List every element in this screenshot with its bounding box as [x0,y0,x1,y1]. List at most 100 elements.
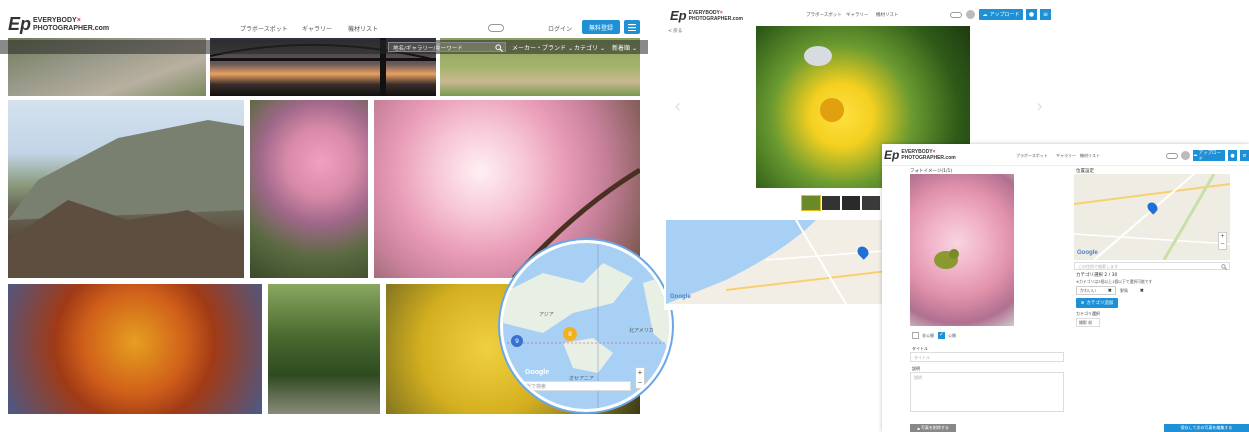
theme-toggle[interactable] [488,24,504,32]
edit-photo-bird-blossom[interactable] [910,174,1014,326]
google-logo: Google [1077,250,1098,256]
panel-gallery: Ep EVERYBODY× PHOTOGRAPHER.com プラボースポット … [0,0,672,432]
mountain-shapes [8,120,244,278]
cloud-upload-icon: ☁ [1193,153,1198,158]
nav-gallery[interactable]: ギャラリー [1056,153,1076,159]
nav-gear[interactable]: 機材リスト [876,12,899,18]
chevron-down-icon: ⌄ [567,45,573,52]
hamburger-icon: ≡ [1042,11,1049,18]
photo-mountain[interactable] [8,100,244,278]
bell-icon: ● [1230,152,1235,159]
category-filter[interactable]: カテゴリ ⌄ [574,43,605,52]
title-input[interactable]: タイトル [910,352,1064,362]
hamburger-icon: ≡ [1242,152,1247,159]
checkbox-checked[interactable]: ✓ [938,332,945,339]
theme-toggle[interactable] [1166,153,1178,159]
signup-button[interactable]: 無料登録 [582,20,620,34]
thumbnail[interactable] [822,196,840,210]
category-tag[interactable]: かわいい ✖ [1076,286,1116,295]
avatar[interactable] [1181,151,1190,160]
map-roads [666,220,896,304]
map-cluster-marker-blue[interactable]: 9 [511,335,523,347]
map-roads [1074,174,1230,260]
map-cluster-marker-orange[interactable]: 8 [563,327,577,341]
theme-toggle[interactable] [950,12,962,18]
radio-private[interactable]: 非公開 [912,332,934,339]
notification-button[interactable]: ● [1026,9,1037,20]
prev-arrow-icon[interactable]: ‹ [674,96,681,117]
logo-mark: Ep [8,14,32,34]
logo-x: × [76,16,81,24]
map-zoom-controls: + − [635,367,645,389]
save-next-button[interactable]: 保存して次の写真を編集する [1164,424,1249,432]
avatar[interactable] [966,10,975,19]
checkbox-empty[interactable] [912,332,919,339]
chevron-down-icon: ⌄ [631,45,637,52]
keyword-search-input[interactable]: 地名/ギャラリー/キーワード [388,42,506,52]
plus-circle-icon: ⊕ [1080,300,1085,306]
map-search-input[interactable]: 場所で検索 [517,381,631,391]
site-logo[interactable]: Ep EVERYBODY× PHOTOGRAPHER.com [884,148,956,162]
notification-button[interactable]: ● [1228,150,1237,161]
category-label: カテゴリ選択 2 / 30 [1076,273,1118,278]
menu-button[interactable]: ≡ [1240,150,1249,161]
description-textarea[interactable]: 説明 [910,372,1064,412]
radio-public[interactable]: ✓ 公開 [938,332,956,339]
zoom-in-button[interactable]: + [1219,233,1226,241]
map-label-asia: アジア [539,312,554,318]
panel-photo-edit: Ep EVERYBODY× PHOTOGRAPHER.com プラボースポット … [882,144,1249,432]
photo-cosmos[interactable] [250,100,368,278]
thumbnail[interactable] [842,196,860,210]
add-category-button[interactable]: ⊕ カテゴリ追加 [1076,298,1118,308]
nav-gallery[interactable]: ギャラリー [846,12,869,18]
bell-icon: ● [1028,11,1035,18]
photo-autumn-leaves[interactable] [8,284,262,414]
next-arrow-icon[interactable]: › [1036,96,1043,117]
maker-select[interactable]: 撮影 前 [1076,318,1100,327]
nav-spot[interactable]: プラボースポット [1016,153,1048,159]
world-map-popup[interactable]: アジア 北アメリカ オセアニア 8 9 Google 場所で検索 + − [500,240,672,412]
upload-button[interactable]: ☁ アップロード [1193,150,1225,162]
site-logo[interactable]: Ep EVERYBODY× PHOTOGRAPHER.com [8,14,109,35]
google-logo: Google [670,294,691,300]
nav-spot[interactable]: プラボースポット [240,24,288,33]
thumbnail-strip [801,195,890,211]
nav-gear[interactable]: 機材リスト [1080,153,1100,159]
hamburger-icon [628,23,636,31]
cloud-upload-icon: ☁ [982,11,988,18]
site-logo[interactable]: Ep EVERYBODY× PHOTOGRAPHER.com [670,8,743,23]
close-icon[interactable]: ✖ [1108,288,1112,294]
sort-filter[interactable]: 新着順 ⌄ [612,43,637,52]
zoom-in-button[interactable]: + [636,368,644,378]
back-link[interactable]: < 戻る [668,28,682,34]
menu-button[interactable] [624,20,640,34]
search-icon[interactable] [1221,264,1227,270]
header-bar: Ep EVERYBODY× PHOTOGRAPHER.com プラボースポット … [0,0,648,38]
map-zoom-controls: + − [1218,232,1227,250]
category-tag[interactable]: 野鳥 ✖ [1118,286,1146,295]
search-icon[interactable] [495,44,503,52]
edit-location-map[interactable]: Google + − [1074,174,1230,260]
location-map[interactable]: Google [666,220,896,304]
location-search-input[interactable]: この住所で検索します [1074,262,1230,270]
close-icon[interactable]: ✖ [1140,288,1144,294]
thumbnail-active[interactable] [801,195,821,211]
nav-gallery[interactable]: ギャラリー [302,24,332,33]
maker-filter[interactable]: メーカー・ブランド ⌄ [512,43,573,52]
google-logo: Google [525,369,550,376]
bird-shape [934,249,959,269]
login-link[interactable]: ログイン [548,24,572,33]
nav-gear[interactable]: 機材リスト [348,24,378,33]
zoom-out-button[interactable]: − [1219,241,1226,249]
category-note: ※カテゴリは3個以上1個以下で選択可能です [1076,279,1153,284]
upload-button[interactable]: ☁ アップロード [979,9,1023,20]
nav-spot[interactable]: プラボースポット [806,12,842,18]
thumbnail[interactable] [862,196,880,210]
zoom-out-button[interactable]: − [636,378,644,388]
logo-line2: PHOTOGRAPHER.com [33,24,110,32]
trash-icon: ▪ [917,425,920,431]
delete-photo-button[interactable]: ▪ 写真を削除する [910,424,956,432]
photo-forest-stream[interactable] [268,284,380,414]
menu-button[interactable]: ≡ [1040,9,1051,20]
search-overlay: 地名/ギャラリー/キーワード メーカー・ブランド ⌄ カテゴリ ⌄ 新着順 ⌄ [0,40,648,54]
